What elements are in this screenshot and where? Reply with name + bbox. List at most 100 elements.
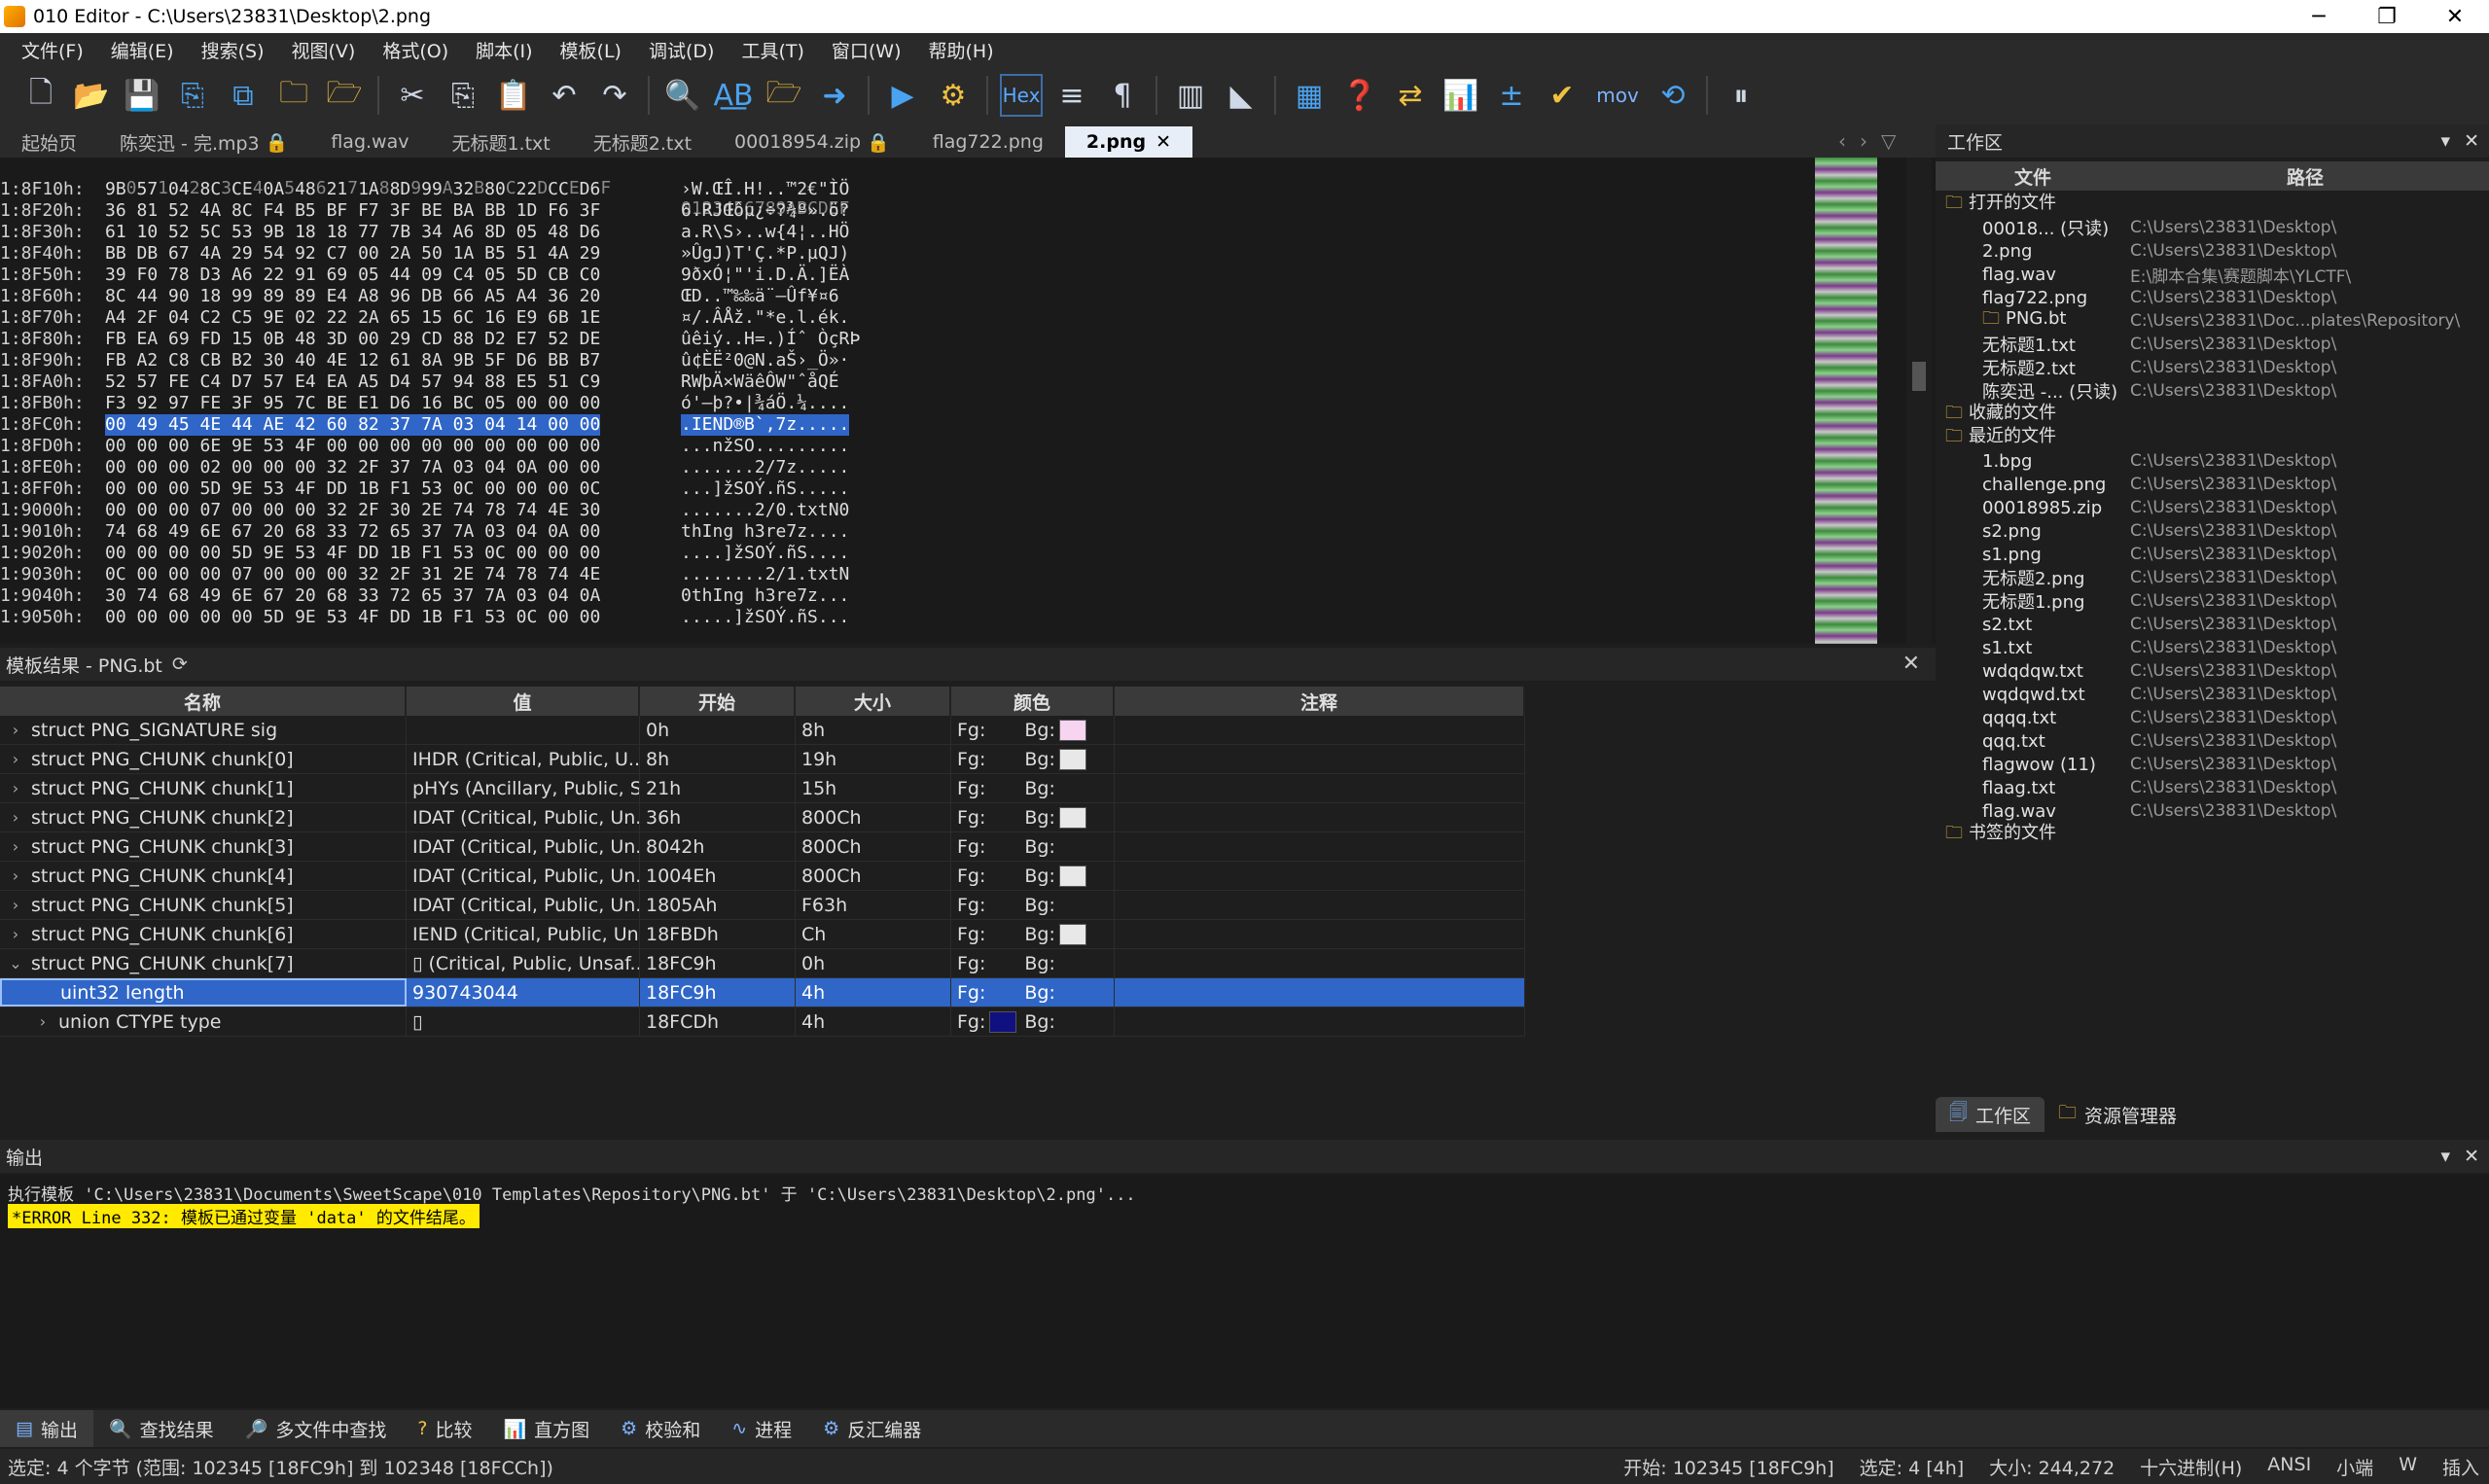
expand-chevron-icon[interactable]: › [33, 1012, 53, 1031]
save-icon[interactable]: 💾 [121, 74, 163, 117]
template-row[interactable]: › struct PNG_CHUNK chunk[1] pHYs (Ancillar… [0, 774, 1525, 803]
hex-ascii[interactable]: ¤/.ÂÅž."*e.l.ék. [681, 307, 849, 329]
bg-color-swatch[interactable] [1058, 719, 1086, 741]
fg-color-swatch[interactable] [989, 807, 1016, 829]
hex-ascii[interactable]: ó'—þ?•|¾áÖ.¼.... [681, 393, 849, 414]
hex-minimap[interactable] [1815, 158, 1877, 644]
col-color[interactable]: 颜色 [951, 687, 1115, 716]
open-file-icon[interactable]: 📂 [70, 74, 113, 117]
hex-row[interactable]: 1:8FC0h: 00 49 45 4E 44 AE 42 60 82 37 7A… [0, 414, 850, 436]
hex-ascii[interactable]: 9ðxÓ¦"'i.D.Ä.]ËÀ [681, 265, 849, 286]
hex-bytes[interactable]: 00 00 00 5D 9E 53 4F DD 1B F1 53 0C 00 0… [105, 478, 600, 500]
hex-ascii[interactable]: »ÛgJ)T'Ç.*P.µQJ) [681, 243, 849, 265]
tab-start-page[interactable]: 起始页 [0, 126, 98, 158]
template-row[interactable]: › struct PNG_CHUNK chunk[4] IDAT (Critical… [0, 862, 1525, 891]
hex-bytes[interactable]: 00 00 00 00 5D 9E 53 4F DD 1B F1 53 0C 0… [105, 543, 600, 564]
col-size[interactable]: 大小 [796, 687, 951, 716]
maximize-button[interactable]: ❐ [2353, 0, 2421, 33]
bg-color-swatch[interactable] [1059, 1011, 1086, 1033]
hex-bytes[interactable]: 30 74 68 49 6E 67 20 68 33 72 65 37 7A 0… [105, 585, 600, 607]
col-path[interactable]: 路径 [2130, 161, 2480, 191]
bg-color-swatch[interactable] [1059, 953, 1086, 974]
redo-icon[interactable]: ↷ [593, 74, 636, 117]
hex-row[interactable]: 1:8FB0h: F3 92 97 FE 3F 95 7C BE E1 D6 16… [0, 393, 849, 414]
expand-chevron-icon[interactable]: › [6, 866, 25, 885]
hex-scroll-thumb[interactable] [1912, 362, 1926, 391]
workspace-file-item[interactable]: 无标题1.txt C:\Users\23831\Desktop\ [1936, 333, 2489, 356]
refresh-icon[interactable]: ⟳ [172, 654, 188, 675]
columns-icon[interactable]: ▥ [1169, 74, 1212, 117]
workspace-menu-icon[interactable]: ▾ [2441, 130, 2451, 152]
hex-ascii[interactable]: thIng h3re7z.... [681, 521, 849, 543]
status-encoding[interactable]: ANSI [2267, 1454, 2311, 1480]
hex-row[interactable]: 1:8FE0h: 00 00 00 02 00 00 00 32 2F 37 7A… [0, 457, 849, 478]
hex-ascii[interactable]: .IEND®B`‚7z..... [681, 414, 850, 436]
hex-ascii[interactable]: .......2/7z..... [681, 457, 849, 478]
template-row[interactable]: › struct PNG_CHUNK chunk[5] IDAT (Critical… [0, 891, 1525, 920]
hex-ascii[interactable]: û¢ÈË²0@N.aŠ›_Ö»· [681, 350, 849, 371]
bg-color-swatch[interactable] [1058, 923, 1086, 945]
hex-row[interactable]: 1:8F20h: 36 81 52 4A 8C F4 B5 BF F7 3F BE… [0, 200, 849, 222]
menu-debug[interactable]: 调试(D) [635, 37, 728, 63]
show-whitespace-icon[interactable]: ¶ [1101, 74, 1144, 117]
hex-row[interactable]: 1:9050h: 00 00 00 00 00 5D 9E 53 4F DD 1B… [0, 607, 849, 628]
workspace-file-item[interactable]: 00018... (只读) C:\Users\23831\Desktop\ [1936, 216, 2489, 239]
hex-ascii[interactable]: ŒD..™‰‰ä¨–Ûf¥¤6 [681, 286, 849, 307]
workspace-file-item[interactable]: challenge.png C:\Users\23831\Desktop\ [1936, 473, 2489, 496]
hex-bytes[interactable]: 52 57 FE C4 D7 57 E4 EA A5 D4 57 94 88 E… [105, 371, 600, 393]
tab-untitled1[interactable]: 无标题1.txt [430, 126, 571, 158]
operations-icon[interactable]: ± [1490, 74, 1533, 117]
goto-icon[interactable]: ➜ [813, 74, 856, 117]
col-file[interactable]: 文件 [1936, 161, 2130, 191]
workspace-file-item[interactable]: wdqdqw.txt C:\Users\23831\Desktop\ [1936, 659, 2489, 683]
calculator-icon[interactable]: ▦ [1288, 74, 1331, 117]
workspace-file-item[interactable]: s2.txt C:\Users\23831\Desktop\ [1936, 613, 2489, 636]
histogram-icon[interactable]: 📊 [1440, 74, 1482, 117]
fg-color-swatch[interactable] [989, 1010, 1017, 1033]
tab-prev-icon[interactable]: ‹ [1838, 129, 1846, 153]
hex-bytes[interactable]: 00 00 00 00 00 5D 9E 53 4F DD 1B F1 53 0… [105, 607, 600, 628]
hex-row[interactable]: 1:9020h: 00 00 00 00 5D 9E 53 4F DD 1B F1… [0, 543, 849, 564]
expand-chevron-icon[interactable]: › [6, 837, 25, 856]
hex-ascii[interactable]: ....]žSOÝ.ñS.... [681, 543, 849, 564]
disassembler-button[interactable]: mov [1591, 74, 1644, 117]
hex-row[interactable]: 1:8F30h: 61 10 52 5C 53 9B 18 18 77 7B 34… [0, 222, 849, 243]
hex-row[interactable]: 1:8F60h: 8C 44 90 18 99 89 89 E4 A8 96 DB… [0, 286, 839, 307]
workspace-file-item[interactable]: flag.wav E:\脚本合集\赛题脚本\YLCTF\ [1936, 263, 2489, 287]
workspace-file-item[interactable]: s1.png C:\Users\23831\Desktop\ [1936, 543, 2489, 566]
close-output-icon[interactable]: ✕ [2464, 1146, 2479, 1167]
tab-disassembler[interactable]: ⚙ 反汇编器 [807, 1410, 937, 1447]
workspace-file-item[interactable]: 无标题2.txt C:\Users\23831\Desktop\ [1936, 356, 2489, 379]
fg-color-swatch[interactable] [989, 866, 1016, 887]
find-icon[interactable]: 🔍 [661, 74, 704, 117]
menu-window[interactable]: 窗口(W) [818, 37, 915, 63]
hex-row[interactable]: 1:8FF0h: 00 00 00 5D 9E 53 4F DD 1B F1 53… [0, 478, 849, 500]
run-template-icon[interactable]: ⚙ [932, 74, 975, 117]
menu-format[interactable]: 格式(O) [369, 37, 462, 63]
fg-color-swatch[interactable] [989, 953, 1016, 974]
expand-chevron-icon[interactable]: › [6, 750, 25, 768]
checksum-icon[interactable]: ✔ [1541, 74, 1583, 117]
close-window-button[interactable]: ✕ [2421, 0, 2489, 33]
fg-color-swatch[interactable] [989, 778, 1016, 799]
undo-icon[interactable]: ↶ [543, 74, 586, 117]
expand-chevron-icon[interactable]: ⌄ [6, 954, 25, 972]
template-row[interactable]: › struct PNG_CHUNK chunk[0] IHDR (Critical… [0, 745, 1525, 774]
minimize-button[interactable]: ─ [2285, 0, 2353, 33]
tab-explorer[interactable]: 🗀 资源管理器 [2045, 1097, 2190, 1132]
inspector-icon[interactable]: ❓ [1338, 74, 1381, 117]
workspace-group[interactable]: 🗀 书签的文件 [1936, 823, 2489, 846]
hex-row[interactable]: 1:8F40h: BB DB 67 4A 29 54 92 C7 00 2A 50… [0, 243, 849, 265]
hex-row[interactable]: 1:8FD0h: 00 00 00 6E 9E 53 4F 00 00 00 00… [0, 436, 849, 457]
menu-template[interactable]: 模板(L) [547, 37, 635, 63]
close-tab-icon[interactable]: ✕ [1156, 131, 1171, 153]
hex-bytes[interactable]: 00 00 00 6E 9E 53 4F 00 00 00 00 00 00 0… [105, 436, 600, 457]
hex-bytes[interactable]: 39 F0 78 D3 A6 22 91 69 05 44 09 C4 05 5… [105, 265, 600, 286]
workspace-file-item[interactable]: 2.png C:\Users\23831\Desktop\ [1936, 239, 2489, 263]
hex-bytes[interactable]: F3 92 97 FE 3F 95 7C BE E1 D6 16 BC 05 0… [105, 393, 600, 414]
hex-ascii[interactable]: ûêiý..H=.)Íˆ ÒçRÞ [681, 329, 860, 350]
tab-find-results[interactable]: 🔍 查找结果 [93, 1410, 230, 1447]
col-start[interactable]: 开始 [640, 687, 796, 716]
bg-color-swatch[interactable] [1059, 895, 1086, 916]
hex-row[interactable]: 1:8F70h: A4 2F 04 C2 C5 9E 02 22 2A 65 15… [0, 307, 849, 329]
